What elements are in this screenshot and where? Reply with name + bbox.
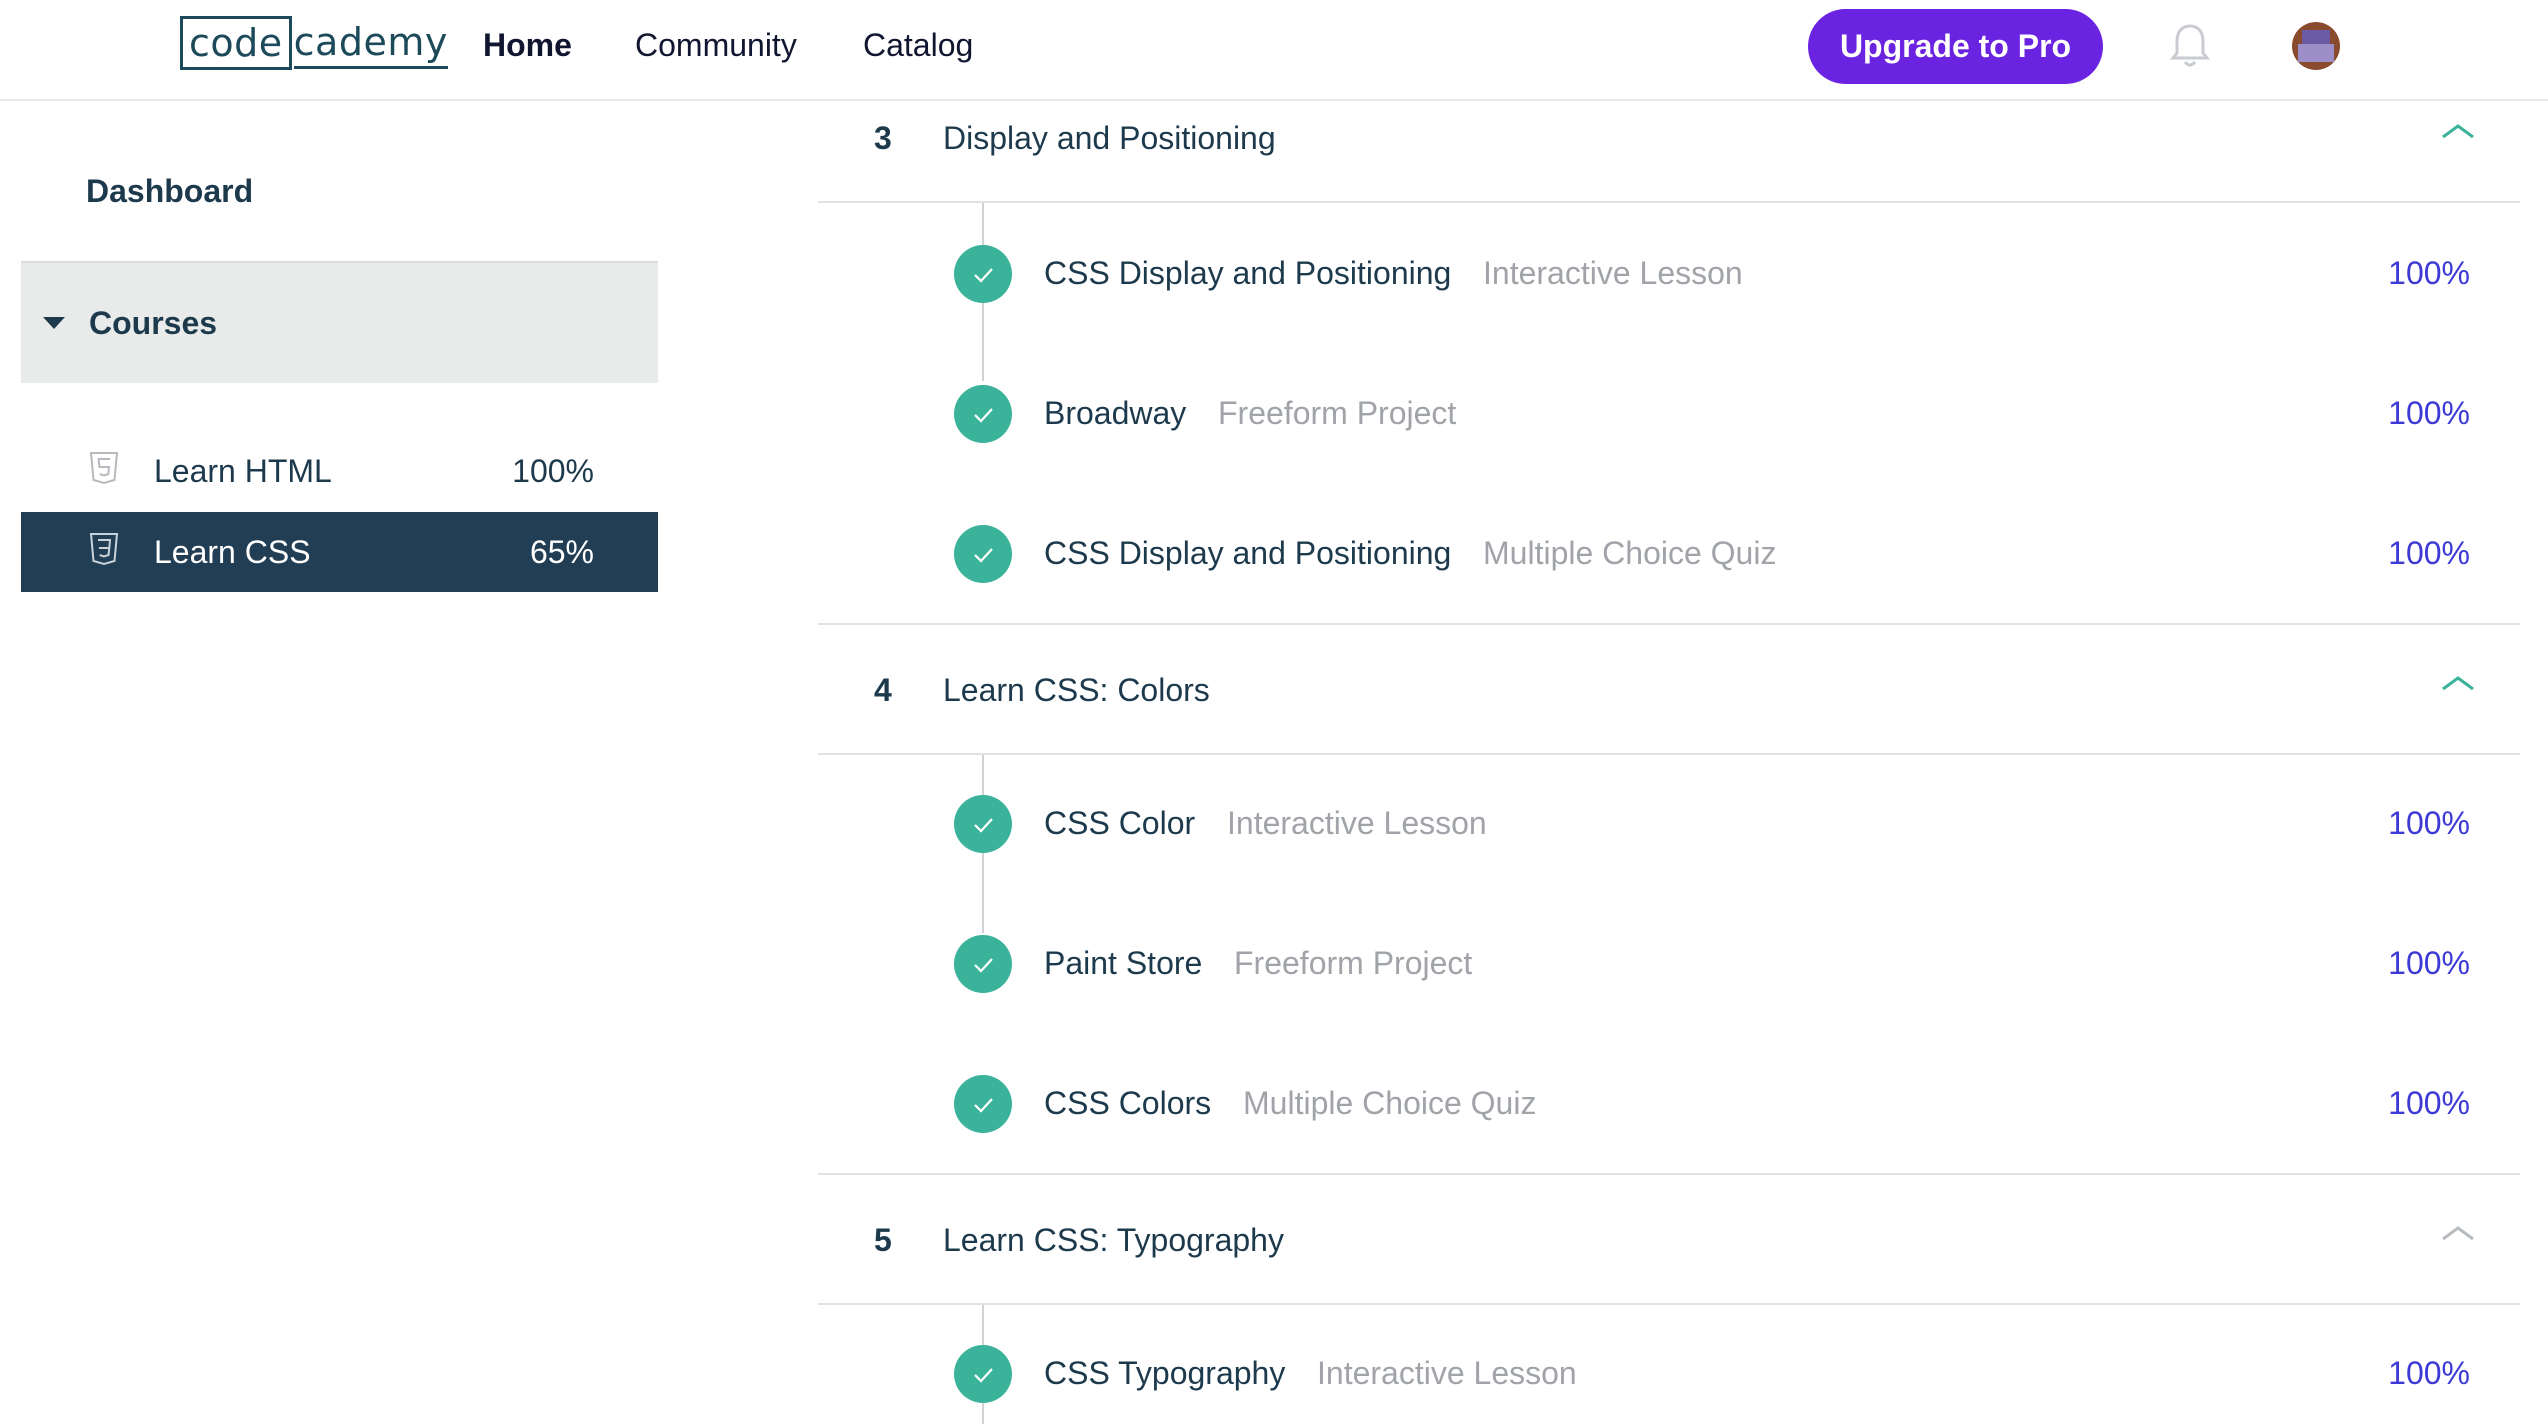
list-item[interactable]: CSS Display and Positioning Interactive … [818,233,2520,313]
section-number: 4 [874,672,892,708]
logo-rest-text: cademy [293,18,448,69]
list-item[interactable]: CSS Display and Positioning Multiple Cho… [818,513,2520,593]
syllabus-section-3[interactable]: 3 Display and Positioning [818,103,2520,203]
nav-catalog[interactable]: Catalog [863,20,973,70]
check-circle-icon [954,385,1012,443]
item-name: CSS Colors [1044,1085,1212,1121]
list-item[interactable]: CSS Typography Interactive Lesson 100% [818,1333,2520,1413]
check-circle-icon [954,1345,1012,1403]
section-title: Learn CSS: Typography [943,1222,1284,1258]
item-name: Paint Store [1044,945,1203,981]
check-circle-icon [954,245,1012,303]
item-name: CSS Display and Positioning [1044,535,1452,571]
upgrade-to-pro-button[interactable]: Upgrade to Pro [1808,9,2103,84]
section-title: Learn CSS: Colors [943,672,1210,708]
item-progress: 100% [2388,535,2470,571]
caret-down-icon [43,317,65,329]
logo-box-text: code [180,16,292,70]
check-circle-icon [954,525,1012,583]
item-type: Multiple Choice Quiz [1243,1085,1537,1121]
item-name: Broadway [1044,395,1187,431]
top-header: code cademy Home Community Catalog Upgra… [0,0,2548,101]
item-name: CSS Display and Positioning [1044,255,1452,291]
syllabus-section-4[interactable]: 4 Learn CSS: Colors [818,655,2520,755]
chevron-up-icon[interactable] [2440,121,2476,141]
avatar-pixel-bottom [2298,44,2334,62]
item-type: Freeform Project [1218,395,1457,431]
courses-toggle[interactable]: Courses [21,261,658,383]
css3-icon [89,532,119,566]
list-item[interactable]: Broadway Freeform Project 100% [818,373,2520,453]
item-name: CSS Color [1044,805,1196,841]
check-circle-icon [954,935,1012,993]
sidebar: Dashboard Courses Learn HTML 100% Learn … [0,103,680,1424]
user-avatar[interactable] [2292,22,2340,70]
item-progress: 100% [2388,1355,2470,1391]
section-number: 5 [874,1222,892,1258]
course-name: Learn HTML [154,452,332,489]
bell-icon[interactable] [2169,22,2211,70]
section-divider [818,1173,2520,1175]
nav-community[interactable]: Community [635,20,797,70]
check-circle-icon [954,795,1012,853]
section-number: 3 [874,120,892,156]
section-title: Display and Positioning [943,120,1276,156]
avatar-pixel-top [2302,30,2330,44]
course-name: Learn CSS [154,533,311,570]
section-divider [818,623,2520,625]
list-item[interactable]: Paint Store Freeform Project 100% [818,923,2520,1003]
item-progress: 100% [2388,805,2470,841]
sidebar-course-learn-css[interactable]: Learn CSS 65% [21,512,658,592]
item-type: Freeform Project [1234,945,1473,981]
item-type: Multiple Choice Quiz [1483,535,1777,571]
item-type: Interactive Lesson [1483,255,1743,291]
item-type: Interactive Lesson [1317,1355,1577,1391]
chevron-up-icon[interactable] [2440,1223,2476,1243]
item-progress: 100% [2388,1085,2470,1121]
nav-home[interactable]: Home [483,20,572,70]
item-progress: 100% [2388,255,2470,291]
list-item[interactable]: CSS Colors Multiple Choice Quiz 100% [818,1063,2520,1143]
course-progress: 65% [529,533,594,570]
syllabus-section-5[interactable]: 5 Learn CSS: Typography [818,1205,2520,1305]
check-circle-icon [954,1075,1012,1133]
html5-icon [89,451,119,485]
course-progress: 100% [512,452,594,489]
item-type: Interactive Lesson [1227,805,1487,841]
item-progress: 100% [2388,945,2470,981]
courses-label: Courses [89,304,218,341]
item-progress: 100% [2388,395,2470,431]
item-name: CSS Typography [1044,1355,1286,1391]
chevron-up-icon[interactable] [2440,673,2476,693]
list-item[interactable]: CSS Color Interactive Lesson 100% [818,783,2520,863]
codecademy-logo[interactable]: code cademy [180,16,448,70]
sidebar-course-learn-html[interactable]: Learn HTML 100% [21,431,658,511]
sidebar-dashboard-link[interactable]: Dashboard [86,173,253,210]
